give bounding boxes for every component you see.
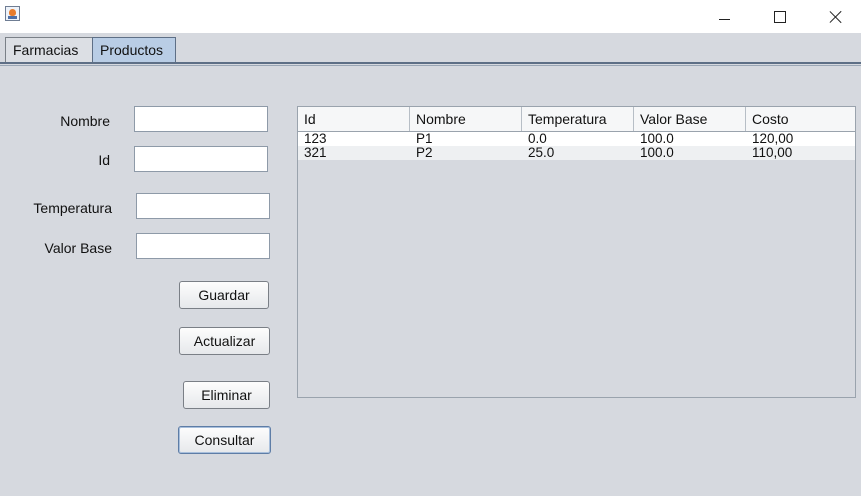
cell-id: 123 — [304, 131, 327, 146]
consultar-button[interactable]: Consultar — [178, 426, 271, 454]
cell-nombre: P2 — [416, 145, 433, 160]
close-icon — [829, 10, 843, 24]
tab-divider — [0, 62, 861, 64]
cell-valor-base: 100.0 — [640, 145, 674, 160]
tab-farmacias[interactable]: Farmacias — [5, 37, 93, 63]
minimize-button[interactable] — [701, 0, 747, 33]
id-label: Id — [98, 152, 110, 168]
cell-temperatura: 0.0 — [528, 131, 547, 146]
valor-base-field[interactable] — [136, 233, 270, 259]
column-header-costo[interactable]: Costo — [746, 107, 855, 131]
nombre-field[interactable] — [134, 106, 268, 132]
productos-table[interactable]: Id Nombre Temperatura Valor Base Costo 1… — [297, 106, 856, 398]
java-app-icon[interactable] — [5, 6, 20, 21]
minimize-icon — [718, 19, 730, 20]
column-header-valor-base[interactable]: Valor Base — [634, 107, 746, 131]
table-row[interactable]: 321 P2 25.0 100.0 110,00 — [298, 146, 855, 160]
column-header-id[interactable]: Id — [298, 107, 410, 131]
temperatura-label: Temperatura — [33, 200, 112, 216]
valor-base-label: Valor Base — [44, 240, 112, 256]
tab-productos[interactable]: Productos — [92, 37, 176, 63]
cell-valor-base: 100.0 — [640, 131, 674, 146]
nombre-label: Nombre — [60, 113, 110, 129]
tab-divider-shadow — [0, 65, 861, 66]
cell-costo: 110,00 — [752, 145, 793, 160]
close-button[interactable] — [813, 0, 859, 33]
column-header-temperatura[interactable]: Temperatura — [522, 107, 634, 131]
table-header: Id Nombre Temperatura Valor Base Costo — [298, 107, 855, 132]
maximize-button[interactable] — [757, 0, 803, 33]
cell-temperatura: 25.0 — [528, 145, 555, 160]
cell-id: 321 — [304, 145, 327, 160]
actualizar-button[interactable]: Actualizar — [179, 327, 270, 355]
id-field[interactable] — [134, 146, 268, 172]
cell-costo: 120,00 — [752, 131, 794, 146]
guardar-button[interactable]: Guardar — [179, 281, 269, 309]
table-row[interactable]: 123 P1 0.0 100.0 120,00 — [298, 132, 855, 146]
temperatura-field[interactable] — [136, 193, 270, 219]
title-bar — [0, 0, 861, 33]
column-header-nombre[interactable]: Nombre — [410, 107, 522, 131]
cell-nombre: P1 — [416, 131, 433, 146]
eliminar-button[interactable]: Eliminar — [183, 381, 270, 409]
maximize-icon — [774, 10, 786, 23]
